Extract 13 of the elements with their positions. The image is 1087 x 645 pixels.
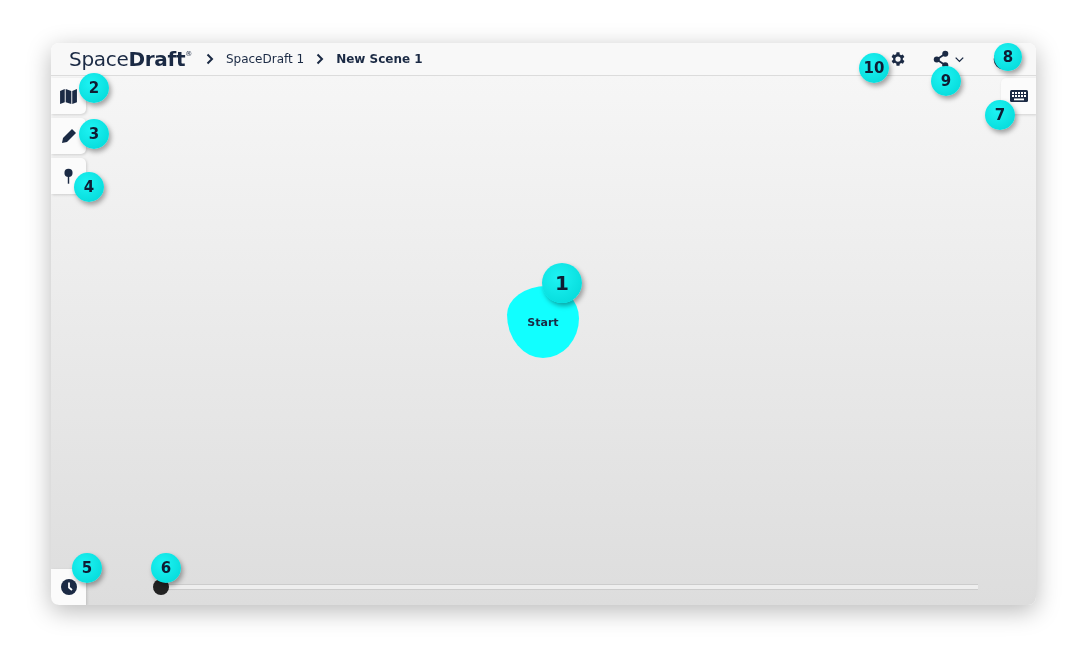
clock-icon bbox=[60, 579, 77, 595]
settings-icon[interactable] bbox=[889, 50, 907, 68]
logo: SpaceDraft$^{®}$ bbox=[69, 47, 192, 71]
breadcrumb-link[interactable]: New Scene 1 bbox=[336, 52, 423, 66]
pencil-icon bbox=[60, 128, 77, 144]
breadcrumb-link[interactable]: SpaceDraft 1 bbox=[225, 52, 305, 66]
chevron-icon bbox=[205, 53, 214, 65]
pin-icon bbox=[64, 167, 73, 185]
keyboard-icon bbox=[1009, 90, 1028, 102]
pencil-tool-button[interactable] bbox=[51, 118, 86, 154]
chevron-icon bbox=[316, 53, 325, 65]
map-tool-button[interactable] bbox=[51, 78, 86, 114]
map-icon bbox=[60, 88, 77, 104]
